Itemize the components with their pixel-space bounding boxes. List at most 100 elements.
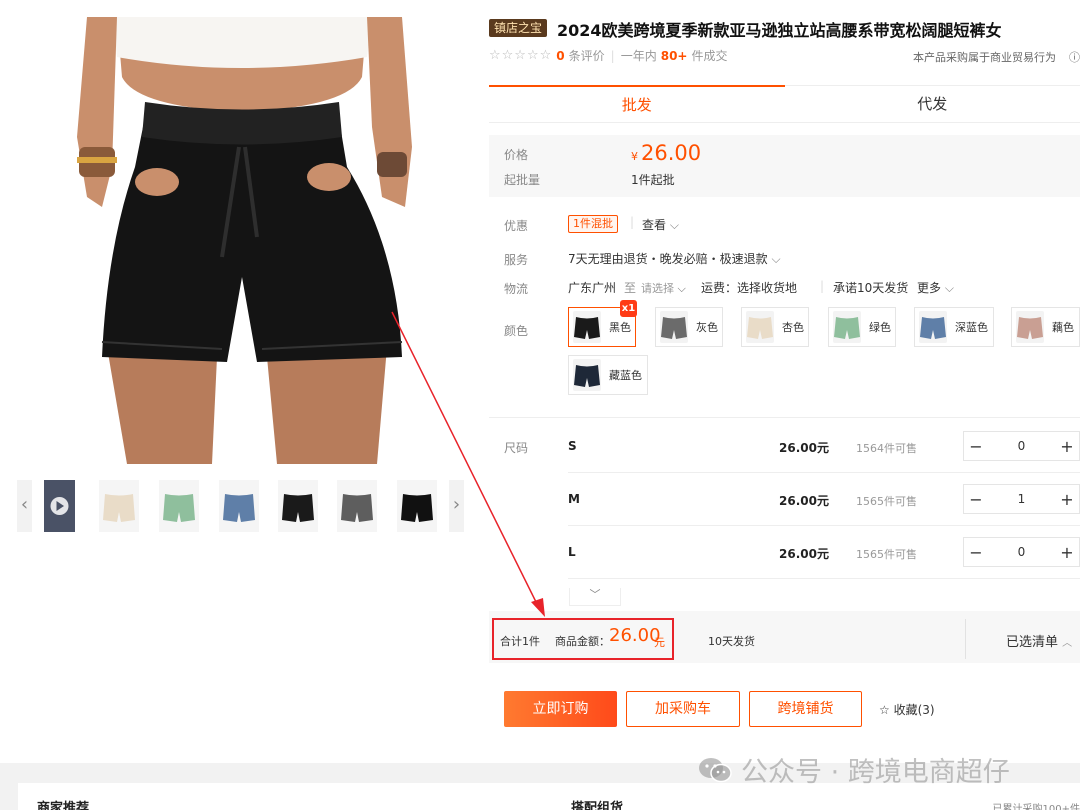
product-title: 2024欧美跨境夏季新款亚马逊独立站高腰系带宽松阔腿短裤女 [557,21,1002,40]
size-stock: 1565件可售 [856,548,917,561]
logistics-more[interactable]: 更多 ⌵ [917,279,954,296]
chevron-down-icon: ⌵ [944,281,954,295]
logistics-origin: 广东广州 [568,281,617,295]
color-name: 杏色 [782,321,804,334]
color-option[interactable]: 藏蓝色 [568,355,648,395]
shorts-photo [17,17,464,464]
plus-icon[interactable]: + [1055,490,1079,509]
size-price: 26.00元 [779,494,829,508]
quantity-stepper: −0 + [963,537,1080,567]
logistics-label: 物流 [504,282,529,296]
minus-icon[interactable]: − [964,543,988,562]
size-name: S [568,439,577,453]
rating-stars-icon: ☆☆☆☆☆ [489,48,553,63]
review-label[interactable]: 条评价 [569,47,605,64]
color-name: 深蓝色 [955,321,988,334]
buy-now-button[interactable]: 立即订购 [504,691,617,727]
price-label: 价格 [504,148,529,162]
merchant-recommend-title[interactable]: 商家推荐 [37,797,89,810]
chevron-down-icon: ⌵ [669,218,679,232]
service-value[interactable]: 7天无理由退货・晚发必赔・极速退款 ⌵ [568,250,781,267]
cross-border-listing-button[interactable]: 跨境铺货 [749,691,862,727]
color-option[interactable]: 绿色 [828,307,896,347]
color-name: 绿色 [869,321,891,334]
selected-list-toggle[interactable]: 已选清单 ︿ [1006,631,1072,650]
thumbnail-black-2[interactable] [397,480,437,532]
row-divider [568,578,1080,579]
size-price: 26.00元 [779,547,829,561]
thumb-next-icon[interactable]: › [449,480,464,532]
color-option[interactable]: 灰色 [655,307,723,347]
main-product-image[interactable] [17,17,464,464]
thumbnail-grey[interactable] [337,480,377,532]
chevron-down-icon: ﹀ [589,588,601,601]
sales-count: 80+ [660,48,688,63]
color-option[interactable]: 藕色 [1011,307,1080,347]
color-label: 颜色 [504,324,529,338]
moq-value: 1件起批 [631,173,675,187]
color-option[interactable]: 杏色 [741,307,809,347]
selected-qty-badge: x1 [620,300,637,317]
chevron-down-icon: ⌵ [677,282,686,295]
service-text: 7天无理由退货・晚发必赔・极速退款 [568,252,768,266]
divider: | [820,279,825,293]
divider [965,619,966,659]
discount-label: 优惠 [504,219,529,233]
sales-label: 件成交 [691,49,728,63]
bundle-title[interactable]: 搭配组货 [571,797,623,810]
quantity-value[interactable]: 0 [988,545,1055,559]
minus-icon[interactable]: − [964,437,988,456]
favorite-button[interactable]: ☆ 收藏(3) [879,701,935,718]
plus-icon[interactable]: + [1055,437,1079,456]
thumb-prev-icon[interactable]: ‹ [17,480,32,532]
more-label: 更多 [917,281,942,295]
rating-row: ☆☆☆☆☆ 0 条评价 | 一年内 80+ 件成交 [489,47,728,64]
freight-info: 运费：选择收货地 [701,281,798,295]
shop-badge: 镇店之宝 [489,19,548,37]
collapse-toggle[interactable]: ﹀ [569,588,621,606]
play-icon [44,480,75,532]
unit-price: 26.00 [641,141,702,165]
annotation-highlight-box [492,618,674,660]
size-price: 26.00元 [779,441,829,455]
delivery-promise: 承诺10天发货 [833,281,909,295]
wechat-icon [699,757,732,782]
color-swatch [833,311,861,343]
color-name: 藏蓝色 [609,369,642,382]
add-to-cart-button[interactable]: 加采购车 [626,691,740,727]
thumbnail-green[interactable] [159,480,199,532]
color-swatch [573,359,601,391]
bundle-purchase-note: 已累计采购100+件 [992,804,1080,810]
purchase-mode-tabs: 批发 代发 [489,85,1080,123]
color-option[interactable]: 深蓝色 [914,307,994,347]
size-name: L [568,545,576,559]
service-label: 服务 [504,253,529,267]
thumbnail-strip: ‹ › [17,480,464,532]
view-discount-link[interactable]: 查看 ⌵ [642,216,679,233]
minus-icon[interactable]: − [964,490,988,509]
quantity-value[interactable]: 0 [988,439,1055,453]
plus-icon[interactable]: + [1055,543,1079,562]
thumbnail-blue[interactable] [219,480,259,532]
thumbnail-black[interactable] [278,480,318,532]
color-swatch [919,311,947,343]
thumbnail-apricot[interactable] [99,480,139,532]
watermark-text: 公众号 · 跨境电商超仔 [741,757,1010,788]
price-panel [489,135,1080,197]
color-swatch [1016,311,1044,343]
quantity-stepper: −0 + [963,431,1080,461]
tab-dropship[interactable]: 代发 [784,85,1080,123]
tab-wholesale[interactable]: 批发 [489,85,785,123]
moq-label: 起批量 [504,173,541,187]
quantity-value[interactable]: 1 [988,492,1055,506]
row-divider [568,472,1080,473]
chevron-up-icon: ︿ [1062,638,1073,649]
color-name: 灰色 [696,321,718,334]
review-count[interactable]: 0 [556,49,564,63]
destination-select[interactable]: 请选择 ⌵ [641,280,686,296]
section-divider [489,417,1080,418]
size-stock: 1565件可售 [856,495,917,508]
color-swatch [660,311,688,343]
video-thumbnail[interactable] [44,480,75,532]
info-icon[interactable]: ⓘ [1069,49,1080,65]
